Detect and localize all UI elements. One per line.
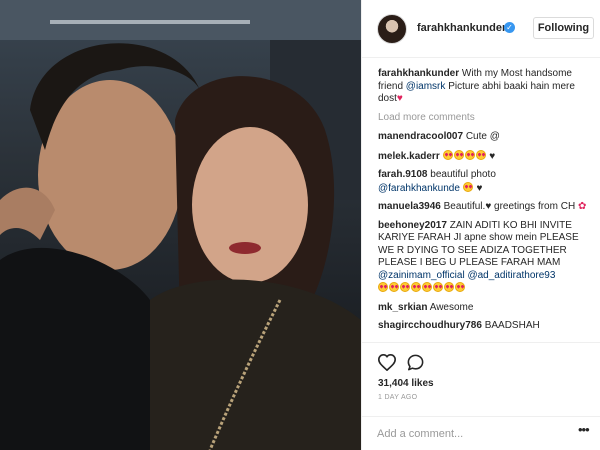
comment-item: mk_srkian Awesome <box>378 302 592 315</box>
comment-username[interactable]: shagircchoudhury786 <box>378 320 482 331</box>
photo-illustration <box>0 0 361 450</box>
caption-username[interactable]: farahkhankunder <box>378 68 459 79</box>
heart-eyes-emoji-icon <box>378 282 388 292</box>
caption-mention[interactable]: @iamsrk <box>406 81 446 92</box>
comment-item: manuela3946 Beautiful.♥ greetings from C… <box>378 201 592 214</box>
post-photo[interactable] <box>0 0 361 450</box>
following-button[interactable]: Following <box>533 17 594 39</box>
caption: farahkhankunder With my Most handsome fr… <box>378 68 592 106</box>
likes-count[interactable]: 31,404 likes <box>378 378 434 389</box>
heart-outline-icon[interactable] <box>377 353 397 371</box>
heart-eyes-emoji-icon <box>462 181 473 192</box>
heart-eyes-emoji-icon <box>422 282 432 292</box>
black-heart-emoji-icon: ♥ <box>476 182 483 194</box>
comment-username[interactable]: melek.kaderr <box>378 151 440 162</box>
red-heart-emoji-icon: ♥ <box>396 93 403 104</box>
heart-eyes-emoji-icon <box>442 149 453 160</box>
comment-text-after: greetings from CH <box>494 201 576 212</box>
comment-item: beehoney2017 ZAIN ADITI KO BHI INVITE KA… <box>378 220 592 296</box>
heart-eyes-emoji-icon <box>453 149 464 160</box>
heart-eyes-emoji-icon <box>464 149 475 160</box>
add-comment-input[interactable] <box>377 426 562 442</box>
comment-username[interactable]: farah.9108 <box>378 169 427 180</box>
rose-emoji-icon: ✿ <box>577 201 587 212</box>
heart-eyes-emoji-icon <box>411 282 421 292</box>
black-heart-emoji-icon: ♥ <box>485 201 492 212</box>
comment-username[interactable]: beehoney2017 <box>378 220 447 231</box>
post-actions: 31,404 likes 1 DAY AGO ••• <box>362 342 600 450</box>
heart-eyes-emoji-icon <box>444 282 454 292</box>
comment-username[interactable]: manuela3946 <box>378 201 441 212</box>
heart-eyes-emoji-icon <box>475 149 486 160</box>
comment-item: melek.kaderr ♥ <box>378 149 592 164</box>
post-side-panel: farahkhankunder ✓ Following farahkhankun… <box>361 0 600 450</box>
photo-woman-top <box>150 279 361 450</box>
verified-badge-icon: ✓ <box>504 22 515 33</box>
add-comment-bar: ••• <box>362 416 600 450</box>
header-username[interactable]: farahkhankunder <box>417 22 506 34</box>
avatar[interactable] <box>377 14 407 44</box>
comment-username[interactable]: manendracool007 <box>378 131 463 142</box>
comment-bubble-icon[interactable] <box>406 353 425 372</box>
comment-username[interactable]: mk_srkian <box>378 302 427 313</box>
heart-eyes-emoji-icon <box>433 282 443 292</box>
photo-ceiling-strip <box>50 20 250 24</box>
heart-eyes-emoji-icon <box>400 282 410 292</box>
comment-item: shagircchoudhury786 BAADSHAH <box>378 320 592 333</box>
load-more-comments-link[interactable]: Load more comments <box>378 112 592 125</box>
post-timestamp: 1 DAY AGO <box>378 394 418 401</box>
comment-item: farah.9108 beautiful photo @farahkhankun… <box>378 169 592 195</box>
post-header: farahkhankunder ✓ Following <box>362 0 600 58</box>
photo-man-jacket <box>0 247 170 450</box>
comment-text: Beautiful. <box>443 201 486 212</box>
comment-text: Awesome <box>429 301 474 313</box>
comments-list[interactable]: farahkhankunder With my Most handsome fr… <box>378 68 592 342</box>
black-heart-emoji-icon: ♥ <box>489 150 496 162</box>
comment-text: beautiful photo <box>430 169 496 180</box>
photo-woman-face <box>192 127 308 283</box>
comment-text: BAADSHAH <box>484 320 540 331</box>
heart-eyes-emoji-icon <box>389 282 399 292</box>
comment-mention[interactable]: @farahkhankunde <box>378 183 460 194</box>
ellipsis-icon[interactable]: ••• <box>578 422 590 437</box>
photo-woman-lips <box>229 242 261 254</box>
heart-eyes-emoji-icon <box>455 282 465 292</box>
comment-text: Cute @ <box>465 131 500 142</box>
comment-item: manendracool007 Cute @ <box>378 131 592 144</box>
comment-mention[interactable]: @zainimam_official @ad_aditirathore93 <box>378 270 555 281</box>
